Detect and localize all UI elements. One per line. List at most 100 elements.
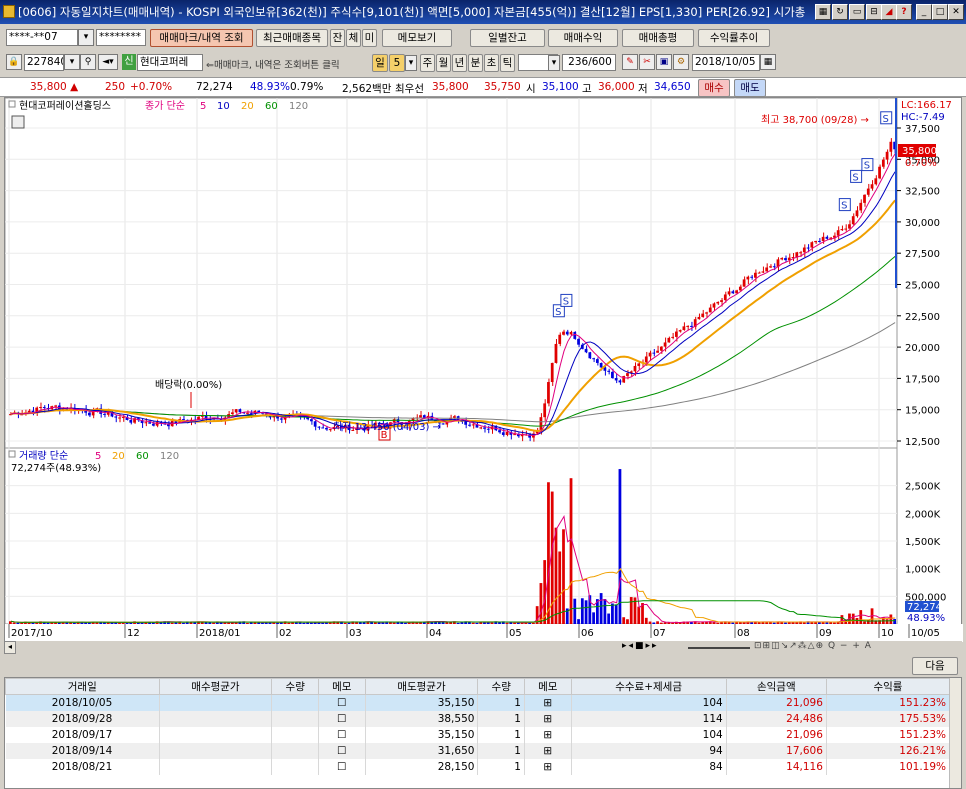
chart-tools[interactable]: ⊡⊞◫↘↗⁂△⊕ Q − + A [754, 641, 954, 654]
col-sell-avg[interactable]: 매도평균가 [364, 678, 479, 695]
help-icon[interactable]: ? [896, 4, 912, 20]
volume-bar [490, 622, 494, 624]
maximize-icon[interactable]: □ [932, 4, 948, 20]
refresh-icon[interactable]: ↻ [832, 4, 848, 20]
memo-icon[interactable]: ☐ [318, 710, 366, 727]
period-week[interactable]: 주 [420, 54, 435, 72]
recent-trades-button[interactable]: 최근매매종목 [256, 29, 328, 47]
table-cell: 31,650 [365, 742, 479, 759]
sell-button[interactable]: 매도 [734, 79, 766, 97]
table-row[interactable]: 2018/09/28 ☐ 38,550 1 ⊞ 114 24,486 175.53% [5, 710, 951, 727]
col-sell-memo[interactable]: 메모 [523, 678, 572, 695]
col-buy-qty[interactable]: 수량 [271, 678, 319, 695]
period-day[interactable]: 일 [372, 54, 388, 72]
executed-button[interactable]: 체 [346, 29, 361, 47]
period-second[interactable]: 초 [484, 54, 499, 72]
pending-button[interactable]: 미 [362, 29, 377, 47]
daily-balance-button[interactable]: 일별잔고 [470, 29, 545, 47]
table-cell: 1 [477, 694, 525, 711]
current-pct-label: 0.70% [905, 158, 937, 169]
password-input[interactable]: ******** [96, 29, 146, 46]
save-icon[interactable]: ▣ [656, 54, 672, 70]
volume-bar [509, 622, 513, 624]
tool-icon[interactable]: ✂ [639, 54, 655, 70]
settings-icon[interactable]: ✎ [622, 54, 638, 70]
memo-icon[interactable]: ⊞ [524, 758, 572, 775]
calendar-icon[interactable]: ▦ [760, 54, 776, 70]
price-chart[interactable]: 37,50035,00032,50030,00027,50025,00022,5… [4, 97, 963, 642]
playback-controls[interactable]: ▸◂■▸▸ [622, 641, 686, 654]
table-row[interactable]: 2018/09/17 ☐ 35,150 1 ⊞ 104 21,096 151.23% [5, 726, 951, 743]
code-input[interactable]: 227840 [24, 54, 64, 71]
trade-mark-button[interactable]: 매매마크/내역 조회 [150, 29, 253, 47]
zoom-slider[interactable] [688, 647, 750, 649]
close-icon[interactable]: ✕ [948, 4, 964, 20]
volume-tick-label: 2,000K [905, 509, 941, 520]
candle [874, 178, 878, 185]
memo-icon[interactable]: ⊞ [524, 742, 572, 759]
period-minute[interactable]: 분 [468, 54, 483, 72]
col-buy-memo[interactable]: 메모 [317, 678, 366, 695]
trade-summary-button[interactable]: 매매총평 [622, 29, 694, 47]
candle [599, 362, 603, 368]
table-cell: 2018/09/28 [5, 710, 160, 727]
layout-icon[interactable]: ▦ [815, 4, 831, 20]
volume-bar [735, 622, 738, 624]
table-cell: 2018/08/21 [5, 758, 160, 775]
volume-bar [569, 478, 573, 624]
memo-icon[interactable]: ⊞ [524, 710, 572, 727]
col-fee[interactable]: 수수료+제세금 [570, 678, 727, 695]
memo-icon[interactable]: ☐ [318, 758, 366, 775]
volume-bar [505, 622, 509, 624]
search-icon[interactable]: ⚲ [80, 54, 96, 70]
lock-icon[interactable]: 🔒 [6, 54, 22, 70]
x-tick-label: 07 [653, 628, 666, 639]
memo-icon[interactable]: ☐ [318, 742, 366, 759]
col-rate[interactable]: 수익률 [825, 678, 951, 695]
minimize-icon[interactable]: _ [916, 4, 932, 20]
chevron-down-icon[interactable]: ▾ [405, 55, 417, 71]
col-sell-qty[interactable]: 수량 [477, 678, 525, 695]
legend-ma-20: 20 [241, 101, 254, 112]
next-button[interactable]: 다음 [912, 657, 958, 675]
col-pnl[interactable]: 손익금액 [725, 678, 827, 695]
buy-button[interactable]: 매수 [698, 79, 730, 97]
account-input[interactable]: ****-**07 [6, 29, 78, 46]
memo-icon[interactable]: ⊞ [524, 694, 572, 711]
memo-view-button[interactable]: 메모보기 [382, 29, 452, 47]
count-input[interactable]: 236/600 [562, 54, 616, 71]
memo-icon[interactable]: ☐ [318, 726, 366, 743]
memo-icon[interactable]: ⊞ [524, 726, 572, 743]
return-trend-button[interactable]: 수익률추이 [698, 29, 770, 47]
table-row[interactable]: 2018/10/05 ☐ 35,150 1 ⊞ 104 21,096 151.23% [5, 694, 951, 711]
speaker-icon[interactable]: ◄▾ [98, 54, 118, 70]
app-icon [3, 5, 15, 18]
table-cell: 114 [571, 710, 727, 727]
window-icon[interactable]: ▭ [849, 4, 865, 20]
col-date[interactable]: 거래일 [5, 678, 160, 695]
col-buy-avg[interactable]: 매수평균가 [158, 678, 273, 695]
table-row[interactable]: 2018/09/14 ☐ 31,650 1 ⊞ 94 17,606 126.21% [5, 742, 951, 759]
volume-bar [547, 482, 550, 624]
balance-button[interactable]: 잔 [330, 29, 345, 47]
gear-icon[interactable]: ⚙ [673, 54, 689, 70]
chevron-down-icon[interactable]: ▾ [64, 54, 80, 70]
chevron-down-icon[interactable]: ▾ [78, 29, 94, 46]
period-month[interactable]: 월 [436, 54, 451, 72]
candle [727, 291, 731, 295]
memo-icon[interactable]: ☐ [318, 694, 366, 711]
date-input[interactable]: 2018/10/05 [692, 54, 760, 71]
link-icon[interactable]: ⊟ [866, 4, 882, 20]
period-year[interactable]: 년 [452, 54, 467, 72]
pin-icon[interactable]: ◢ [881, 4, 897, 20]
scroll-left-icon[interactable]: ◂ [4, 641, 16, 654]
period-tick[interactable]: 틱 [500, 54, 515, 72]
table-scrollbar[interactable] [949, 678, 961, 788]
table-row[interactable]: 2018/08/21 ☐ 28,150 1 ⊞ 84 14,116 101.19% [5, 758, 951, 775]
table-cell: 101.19% [826, 758, 951, 775]
chart-area[interactable]: 37,500 35,000 32,500 30,000 27,500 25,000 22,5… [4, 97, 963, 642]
chevron-down-icon[interactable]: ▾ [548, 55, 560, 71]
period-number[interactable]: 5 [389, 54, 405, 72]
trade-profit-button[interactable]: 매매수익 [548, 29, 618, 47]
candle [708, 307, 712, 313]
